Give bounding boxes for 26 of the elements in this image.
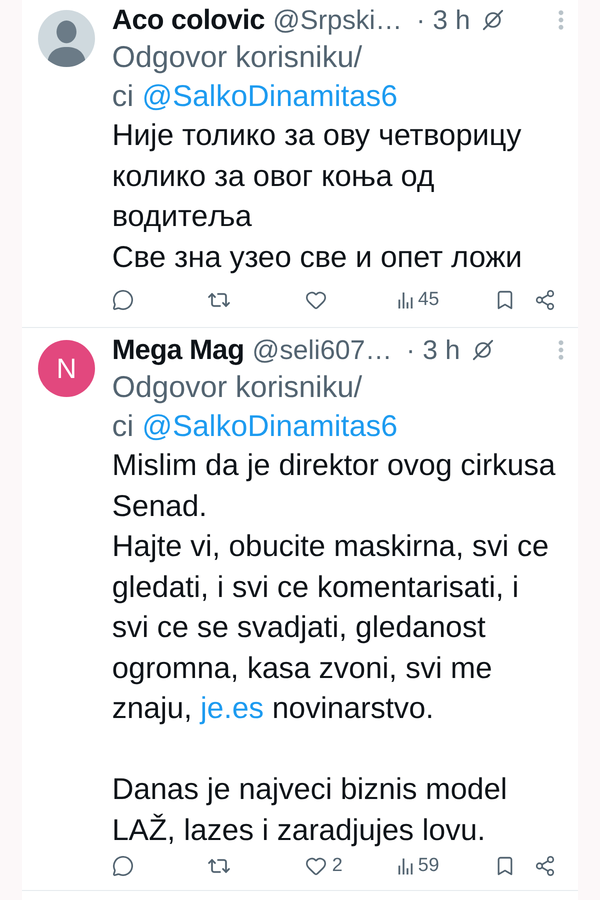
post-text: Mislim da je direktor ovog cirkusa Senad. Hajte vi, obucite maskirna, svi ce gledati, i svi ce komentarisati, i svi ce se svadjati, gledanost ogromna, kasa zvoni, svi me znaju, je.es novinarstvo. (112, 448, 556, 727)
reply-context: Odgovor korisniku/ ci @SalkoDinamitas6 (112, 40, 399, 115)
views-button[interactable]: 45 (398, 288, 440, 312)
bar-chart-icon (398, 858, 413, 874)
speech-bubble-icon[interactable] (112, 855, 134, 877)
avatar-silhouette-icon[interactable] (38, 10, 95, 67)
heart-icon[interactable] (305, 289, 327, 311)
share-icon[interactable] (534, 289, 556, 311)
slashed-circle-icon[interactable] (482, 9, 504, 31)
like-button[interactable]: 2 (305, 854, 343, 878)
post-time: · 3 h (406, 334, 460, 367)
post-text: Није толико за ову четворицу колико за овог коња од водитеља Све зна узео све и опет ложи (112, 118, 524, 276)
post-time: · 3 h (416, 4, 470, 37)
bar-chart-icon (398, 292, 413, 308)
post-text: Danas je najveci biznis model LAŽ, lazes i zaradjujes lovu. (112, 772, 508, 848)
reply-context: Odgovor korisniku/ ci @SalkoDinamitas6 (112, 370, 399, 445)
speech-bubble-icon[interactable] (112, 289, 134, 311)
views-button[interactable]: 59 (398, 854, 440, 878)
author-name[interactable]: Mega Mag (112, 329, 244, 371)
author-name[interactable]: Aco colovic (112, 0, 265, 41)
heart-icon (305, 855, 327, 877)
letter-avatar[interactable]: N (38, 340, 95, 397)
user-handle: @seli607… (252, 334, 392, 367)
share-icon[interactable] (534, 855, 556, 877)
slashed-circle-icon[interactable] (472, 339, 494, 361)
user-handle: @Srpski… (272, 4, 402, 37)
